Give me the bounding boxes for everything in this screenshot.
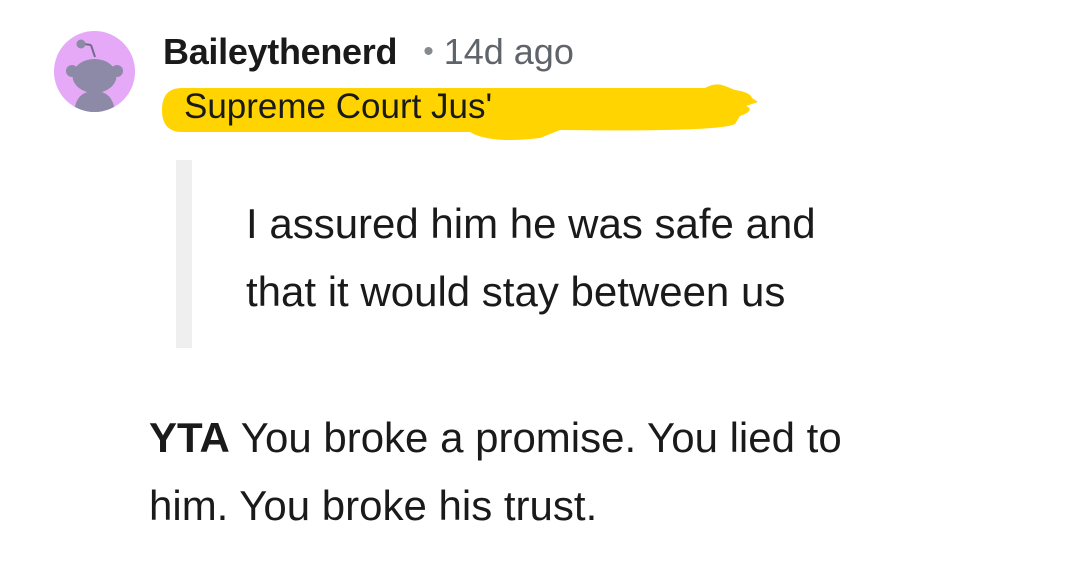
blockquote: I assured him he was safe and that it wo… (246, 190, 966, 326)
snoo-avatar-icon (54, 31, 135, 112)
username-link[interactable]: Baileythenerd (163, 31, 397, 73)
blockquote-bar (176, 160, 192, 348)
comment-body: YTA You broke a promise. You lied to him… (149, 404, 1049, 540)
separator-dot: • (423, 35, 434, 68)
timestamp[interactable]: 14d ago (444, 31, 574, 73)
blockquote-line: I assured him he was safe and (246, 200, 816, 247)
blockquote-line: that it would stay between us (246, 268, 786, 315)
user-avatar[interactable] (54, 31, 135, 112)
verdict-text: YTA (149, 414, 230, 461)
comment-body-line: YTA You broke a promise. You lied to (149, 404, 1049, 472)
comment-header: Baileythenerd • 14d ago (163, 30, 574, 74)
user-flair: Supreme Court Jus' (160, 84, 760, 140)
flair-text: Supreme Court Jus' (184, 87, 493, 126)
comment-body-line: him. You broke his trust. (149, 482, 598, 529)
comment-body-text: You broke a promise. You lied to (229, 414, 842, 461)
